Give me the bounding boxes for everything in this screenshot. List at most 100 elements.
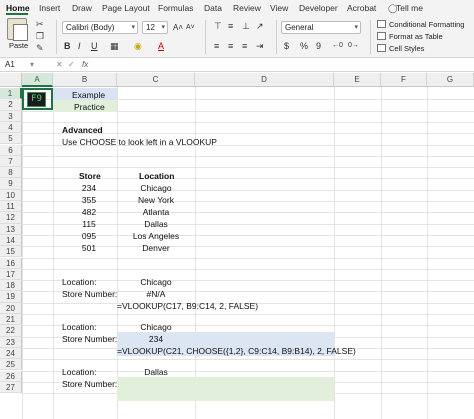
comma-style-button[interactable]: 9 [316, 41, 321, 51]
row-header[interactable]: 26 [0, 370, 22, 382]
table-cell-store: 355 [81, 195, 97, 205]
column-header-e[interactable]: E [334, 73, 381, 87]
font-size-value: 12 [146, 23, 155, 32]
row-header[interactable]: 2 [0, 99, 22, 111]
tab-acrobat[interactable]: Acrobat [347, 3, 376, 13]
cut-icon[interactable]: ✂ [36, 19, 44, 29]
align-center-icon[interactable]: ≡ [228, 41, 233, 51]
insert-function-button[interactable]: fx [82, 59, 88, 71]
row-header[interactable]: 27 [0, 381, 22, 394]
row-header[interactable]: 11 [0, 201, 22, 213]
select-all-corner[interactable] [0, 73, 22, 87]
ribbon-divider [370, 20, 371, 54]
column-header-b[interactable]: B [53, 73, 117, 87]
location-input[interactable]: Chicago [117, 322, 195, 332]
row-header[interactable]: 9 [0, 178, 22, 190]
tab-review[interactable]: Review [233, 3, 261, 13]
tab-formulas[interactable]: Formulas [158, 3, 193, 13]
row-header[interactable]: 15 [0, 246, 22, 258]
row-header[interactable]: 14 [0, 234, 22, 247]
number-format-select[interactable]: General ▾ [281, 21, 361, 34]
row-header[interactable]: 18 [0, 280, 22, 292]
copy-icon[interactable]: ❐ [36, 31, 44, 41]
store-number-result[interactable]: 234 [117, 334, 195, 344]
tab-home[interactable]: Home [6, 3, 30, 13]
fill-color-icon[interactable]: ◉ [134, 41, 142, 51]
tab-view[interactable]: View [270, 3, 288, 13]
location-input[interactable]: Chicago [117, 277, 195, 287]
row-header[interactable]: 25 [0, 359, 22, 371]
percent-button[interactable]: % [300, 41, 308, 51]
formula-text: =VLOOKUP(C17, B9:C14, 2, FALSE) [117, 301, 259, 311]
shrink-font-button[interactable]: A˅ [186, 23, 195, 33]
column-header-c[interactable]: C [117, 73, 195, 87]
bold-button[interactable]: B [64, 41, 71, 51]
row-header[interactable]: 21 [0, 314, 22, 326]
row-header[interactable]: 19 [0, 291, 22, 303]
ribbon-home: Paste ✂ ❐ ✎ Calibri (Body) ▾ 12 ▾ A˄ A˅ … [0, 16, 474, 58]
row-header[interactable]: 7 [0, 155, 22, 168]
format-painter-icon[interactable]: ✎ [36, 43, 44, 53]
orientation-icon[interactable]: ↗ [256, 21, 264, 31]
confirm-entry-icon[interactable]: ✓ [68, 59, 75, 71]
paste-icon[interactable] [7, 18, 28, 41]
tab-insert[interactable]: Insert [39, 3, 60, 13]
cancel-entry-icon[interactable]: ✕ [56, 59, 63, 71]
chevron-down-icon[interactable]: ▾ [30, 59, 34, 71]
practice-link[interactable]: Practice [74, 102, 105, 112]
chevron-down-icon: ▾ [131, 24, 135, 31]
row-header[interactable]: 22 [0, 325, 22, 337]
column-header-a[interactable]: A [22, 73, 53, 87]
grow-font-button[interactable]: A˄ [173, 23, 183, 33]
example-link[interactable]: Example [72, 90, 105, 100]
row-header[interactable]: 13 [0, 223, 22, 235]
tab-data[interactable]: Data [204, 3, 222, 13]
cell-styles-button[interactable]: Cell Styles [377, 44, 424, 53]
row-header[interactable]: 6 [0, 144, 22, 156]
practice-input-fill[interactable] [117, 377, 334, 401]
decrease-decimal-icon[interactable]: 0→ [348, 41, 359, 51]
font-size-select[interactable]: 12 ▾ [142, 21, 168, 34]
indent-icon[interactable]: ⇥ [256, 41, 264, 51]
row-header[interactable]: 4 [0, 121, 22, 134]
conditional-formatting-button[interactable]: Conditional Formatting [377, 20, 464, 29]
currency-button[interactable]: $ [284, 41, 289, 51]
italic-button[interactable]: I [78, 41, 81, 51]
row-header[interactable]: 16 [0, 257, 22, 269]
font-color-button[interactable]: A [158, 41, 164, 51]
location-label: Location: [62, 367, 97, 377]
borders-icon[interactable]: ▦ [110, 41, 119, 51]
align-top-icon[interactable]: ⊤ [214, 21, 222, 31]
format-as-table-button[interactable]: Format as Table [377, 32, 443, 41]
align-right-icon[interactable]: ≡ [242, 41, 247, 51]
column-header-f[interactable]: F [381, 73, 427, 87]
row-header[interactable]: 8 [0, 167, 22, 179]
row-header[interactable]: 17 [0, 268, 22, 281]
f9-key-icon: F9 [27, 92, 46, 107]
column-header-d[interactable]: D [195, 73, 334, 87]
row-header[interactable]: 5 [0, 133, 22, 145]
row-header[interactable]: 23 [0, 336, 22, 348]
font-name-select[interactable]: Calibri (Body) ▾ [62, 21, 138, 34]
tell-me-search[interactable]: Tell me [396, 3, 423, 13]
tab-page-layout[interactable]: Page Layout [102, 3, 150, 13]
row-header[interactable]: 24 [0, 347, 22, 360]
align-left-icon[interactable]: ≡ [214, 41, 219, 51]
increase-decimal-icon[interactable]: ←0 [332, 41, 343, 51]
row-header[interactable]: 1 [0, 88, 22, 100]
align-middle-icon[interactable]: ≡ [228, 21, 233, 31]
tab-draw[interactable]: Draw [72, 3, 92, 13]
row-header[interactable]: 10 [0, 189, 22, 201]
paste-button-label[interactable]: Paste [9, 41, 28, 50]
column-header-g[interactable]: G [427, 73, 474, 87]
name-box[interactable]: A1 [3, 59, 51, 71]
tab-developer[interactable]: Developer [299, 3, 338, 13]
row-header[interactable]: 20 [0, 302, 22, 314]
store-number-result[interactable]: #N/A [117, 289, 195, 299]
row-header[interactable]: 3 [0, 110, 22, 122]
row-header[interactable]: 12 [0, 212, 22, 224]
align-bottom-icon[interactable]: ⊥ [242, 21, 250, 31]
underline-button[interactable]: U [91, 41, 98, 51]
location-label: Location: [62, 277, 97, 287]
location-input[interactable]: Dallas [117, 367, 195, 377]
